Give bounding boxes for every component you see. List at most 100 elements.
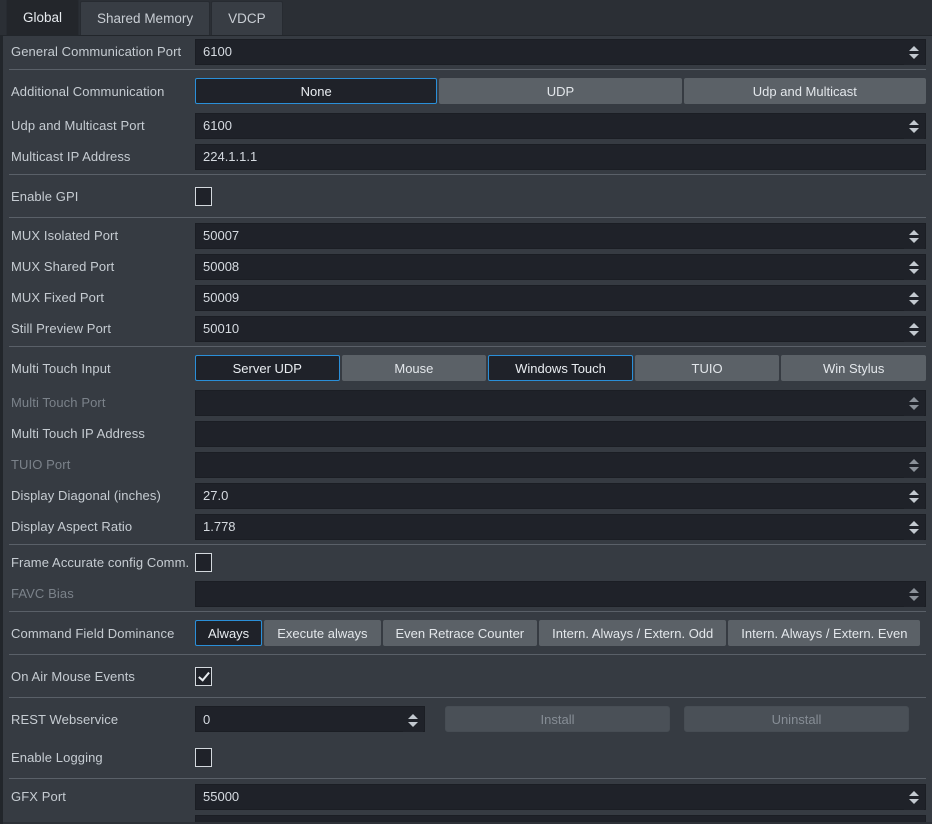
row-frame-accurate-config-comm: Frame Accurate config Comm. — [3, 547, 932, 578]
row-rest-webservice: REST Webservice 0 Install Uninstall — [3, 700, 932, 738]
label-udp-and-multicast-port: Udp and Multicast Port — [11, 118, 195, 133]
seg-multi-touch-input-win-stylus[interactable]: Win Stylus — [781, 355, 926, 381]
input-mux-isolated-port[interactable]: 50007 — [195, 223, 926, 249]
tab-shared-memory[interactable]: Shared Memory — [80, 1, 210, 35]
triangle-up-icon[interactable] — [909, 397, 919, 402]
triangle-down-icon[interactable] — [909, 467, 919, 472]
spinner-rest-webservice[interactable] — [403, 708, 423, 732]
triangle-up-icon[interactable] — [909, 230, 919, 235]
field-wrap-rest-webservice: 0 — [195, 706, 425, 732]
triangle-down-icon[interactable] — [909, 405, 919, 410]
divider — [9, 346, 926, 347]
input-multi-touch-port[interactable] — [195, 390, 926, 416]
input-gfx-port[interactable]: 55000 — [195, 784, 926, 810]
input-general-communication-port[interactable]: 6100 — [195, 39, 926, 65]
input-mux-fixed-port[interactable]: 50009 — [195, 285, 926, 311]
uninstall-button[interactable]: Uninstall — [684, 706, 909, 732]
triangle-down-icon[interactable] — [909, 596, 919, 601]
input-favc-bias[interactable] — [195, 581, 926, 607]
label-enable-logging: Enable Logging — [11, 750, 195, 765]
triangle-up-icon[interactable] — [909, 459, 919, 464]
value-udp-and-multicast-port: 6100 — [203, 118, 232, 133]
field-wrap-mux-fixed-port: 50009 — [195, 285, 926, 311]
settings-panel: General Communication Port 6100 Addition… — [0, 36, 932, 824]
triangle-up-icon[interactable] — [909, 120, 919, 125]
tab-bar: Global Shared Memory VDCP — [0, 0, 932, 36]
field-wrap-multi-touch-port — [195, 390, 926, 416]
triangle-down-icon[interactable] — [909, 128, 919, 133]
field-wrap-mux-shared-port: 50008 — [195, 254, 926, 280]
label-additional-communication: Additional Communication — [11, 84, 195, 99]
row-multi-touch-port: Multi Touch Port — [3, 387, 932, 418]
triangle-up-icon[interactable] — [909, 588, 919, 593]
seg-additional-communication-none[interactable]: None — [195, 78, 437, 104]
label-display-diagonal: Display Diagonal (inches) — [11, 488, 195, 503]
input-multicast-ip-address[interactable]: 224.1.1.1 — [195, 144, 926, 170]
checkbox-enable-logging[interactable] — [195, 748, 212, 767]
checkbox-enable-gpi[interactable] — [195, 187, 212, 206]
check-icon — [198, 191, 209, 202]
triangle-up-icon[interactable] — [909, 261, 919, 266]
seg-command-field-dominance-even-retrace-counter[interactable]: Even Retrace Counter — [383, 620, 538, 646]
row-multicast-ip-address: Multicast IP Address 224.1.1.1 — [3, 141, 932, 172]
spinner-tuio-port[interactable] — [904, 454, 924, 478]
input-display-diagonal[interactable]: 27.0 — [195, 483, 926, 509]
input-mux-shared-port[interactable]: 50008 — [195, 254, 926, 280]
spinner-udp-and-multicast-port[interactable] — [904, 115, 924, 139]
spinner-display-aspect-ratio[interactable] — [904, 516, 924, 540]
seg-multi-touch-input-windows-touch[interactable]: Windows Touch — [488, 355, 633, 381]
input-udp-and-multicast-port[interactable]: 6100 — [195, 113, 926, 139]
tab-vdcp[interactable]: VDCP — [211, 1, 283, 35]
triangle-down-icon[interactable] — [909, 238, 919, 243]
seg-multi-touch-input-mouse[interactable]: Mouse — [342, 355, 487, 381]
triangle-up-icon[interactable] — [909, 46, 919, 51]
segmented-additional-communication: None UDP Udp and Multicast — [195, 78, 926, 104]
triangle-up-icon[interactable] — [909, 490, 919, 495]
settings-window: Global Shared Memory VDCP General Commun… — [0, 0, 932, 824]
input-multi-touch-ip-address[interactable] — [195, 421, 926, 447]
input-tuio-port[interactable] — [195, 452, 926, 478]
label-still-preview-port: Still Preview Port — [11, 321, 195, 336]
triangle-up-icon[interactable] — [909, 323, 919, 328]
spinner-display-diagonal[interactable] — [904, 485, 924, 509]
input-still-preview-port[interactable]: 50010 — [195, 316, 926, 342]
divider — [9, 174, 926, 175]
seg-command-field-dominance-execute-always[interactable]: Execute always — [264, 620, 380, 646]
seg-command-field-dominance-intern-always-extern-odd[interactable]: Intern. Always / Extern. Odd — [539, 620, 726, 646]
field-wrap-still-preview-port: 50010 — [195, 316, 926, 342]
tab-global[interactable]: Global — [6, 0, 79, 35]
seg-command-field-dominance-always[interactable]: Always — [195, 620, 262, 646]
triangle-down-icon[interactable] — [408, 722, 418, 727]
triangle-down-icon[interactable] — [909, 54, 919, 59]
seg-command-field-dominance-intern-always-extern-even[interactable]: Intern. Always / Extern. Even — [728, 620, 920, 646]
input-display-aspect-ratio[interactable]: 1.778 — [195, 514, 926, 540]
triangle-down-icon[interactable] — [909, 799, 919, 804]
triangle-up-icon[interactable] — [408, 714, 418, 719]
triangle-down-icon[interactable] — [909, 300, 919, 305]
input-rest-webservice[interactable]: 0 — [195, 706, 425, 732]
install-button[interactable]: Install — [445, 706, 670, 732]
seg-additional-communication-udp-multicast[interactable]: Udp and Multicast — [684, 78, 926, 104]
spinner-mux-isolated-port[interactable] — [904, 225, 924, 249]
spinner-mux-shared-port[interactable] — [904, 256, 924, 280]
seg-multi-touch-input-server-udp[interactable]: Server UDP — [195, 355, 340, 381]
spinner-still-preview-port[interactable] — [904, 318, 924, 342]
triangle-down-icon[interactable] — [909, 331, 919, 336]
triangle-up-icon[interactable] — [909, 292, 919, 297]
label-rest-webservice: REST Webservice — [11, 712, 195, 727]
checkbox-on-air-mouse-events[interactable] — [195, 667, 212, 686]
checkbox-frame-accurate-config-comm[interactable] — [195, 553, 212, 572]
triangle-up-icon[interactable] — [909, 521, 919, 526]
value-gfx-port: 55000 — [203, 789, 239, 804]
triangle-up-icon[interactable] — [909, 791, 919, 796]
spinner-mux-fixed-port[interactable] — [904, 287, 924, 311]
triangle-down-icon[interactable] — [909, 269, 919, 274]
seg-additional-communication-udp[interactable]: UDP — [439, 78, 681, 104]
triangle-down-icon[interactable] — [909, 529, 919, 534]
seg-multi-touch-input-tuio[interactable]: TUIO — [635, 355, 780, 381]
spinner-gfx-port[interactable] — [904, 786, 924, 810]
spinner-favc-bias[interactable] — [904, 583, 924, 607]
spinner-general-communication-port[interactable] — [904, 41, 924, 65]
spinner-multi-touch-port[interactable] — [904, 392, 924, 416]
triangle-down-icon[interactable] — [909, 498, 919, 503]
